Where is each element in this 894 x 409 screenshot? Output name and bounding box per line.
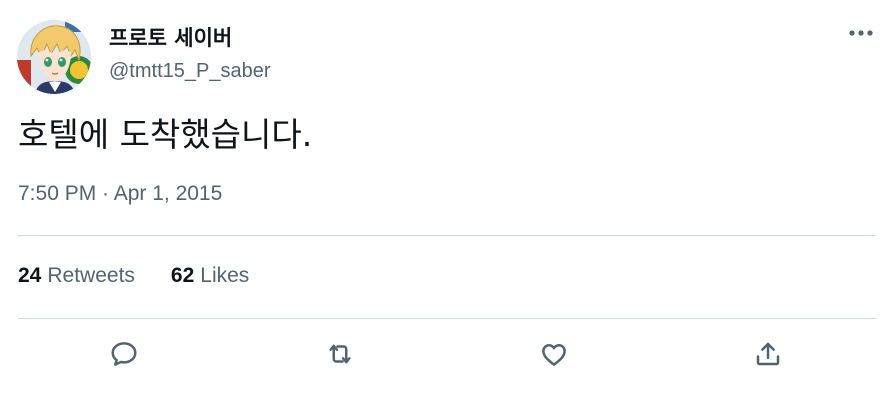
likes-count: 62 — [170, 264, 195, 287]
share-upload-icon — [756, 342, 780, 366]
retweets-count: 24 — [18, 264, 42, 287]
reply-button[interactable] — [106, 336, 142, 372]
likes-stat[interactable]: 62 Likes — [171, 264, 249, 288]
speech-bubble-icon — [111, 342, 137, 366]
share-button[interactable] — [750, 336, 786, 372]
tweet-card: 프로토 세이버 @tmtt15_P_saber 호텔에 도착했습니다. 7:50… — [0, 0, 894, 409]
retweets-stat[interactable]: 24 Retweets — [18, 264, 135, 288]
author-handle[interactable]: @tmtt15_P_saber — [109, 60, 271, 83]
retweets-label: Retweets — [47, 264, 135, 287]
tweet-stats: 24 Retweets 62 Likes — [18, 264, 249, 288]
anime-avatar-icon — [17, 20, 91, 94]
avatar[interactable] — [17, 20, 91, 94]
more-options-button[interactable] — [844, 20, 878, 46]
author-display-name[interactable]: 프로토 세이버 — [109, 22, 232, 52]
tweet-text: 호텔에 도착했습니다. — [18, 115, 313, 154]
retweet-button[interactable] — [322, 336, 358, 372]
heart-icon — [542, 344, 566, 366]
divider — [18, 318, 876, 319]
retweet-arrows-icon — [329, 344, 351, 364]
tweet-timestamp[interactable]: 7:50 PM · Apr 1, 2015 — [18, 182, 222, 206]
more-dots-icon — [849, 30, 873, 36]
like-button[interactable] — [536, 336, 572, 372]
likes-label: Likes — [200, 264, 250, 287]
divider — [18, 235, 876, 236]
